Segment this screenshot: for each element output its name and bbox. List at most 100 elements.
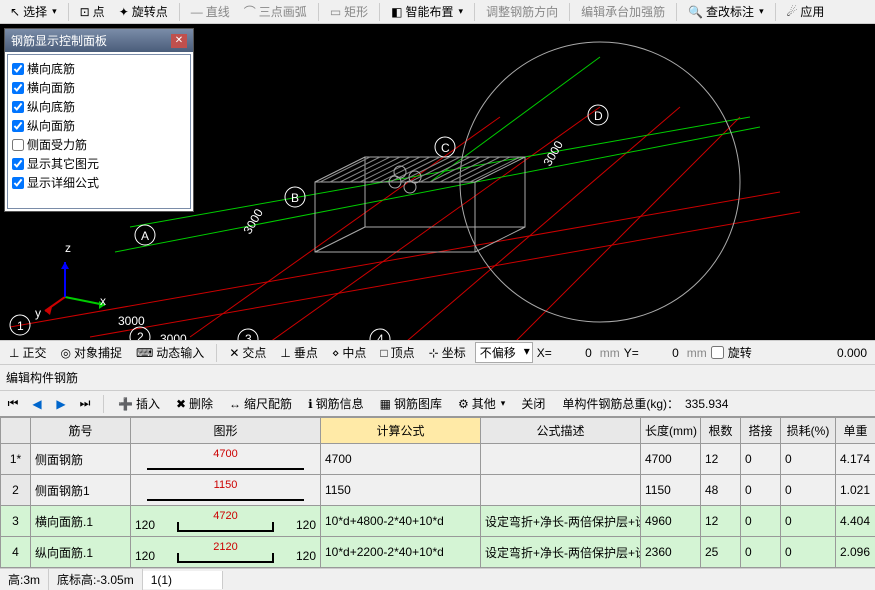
table-row[interactable]: 3横向面筋.1120472012010*d+4800-2*40+10*d设定弯折… (1, 506, 875, 537)
table-cell[interactable]: 设定弯折+净长-两倍保护层+设定弯折 (481, 537, 641, 568)
table-cell[interactable]: 2360 (641, 537, 701, 568)
table-cell[interactable] (481, 444, 641, 475)
rebar-lib-button[interactable]: ▦ 钢筋图库 (375, 393, 447, 414)
first-record-icon[interactable]: ⏮ (4, 395, 22, 413)
table-cell[interactable]: 侧面钢筋1 (31, 475, 131, 506)
x-value[interactable]: 0 (556, 346, 596, 360)
osnap-toggle[interactable]: ◎ 对象捕捉 (55, 342, 127, 363)
display-option-0[interactable]: 横向底筋 (12, 59, 186, 78)
rotate-checkbox[interactable] (711, 346, 724, 359)
point-tool[interactable]: ⊡ 点 (74, 1, 111, 22)
insert-button[interactable]: ➕ 插入 (113, 393, 165, 414)
display-checkbox[interactable] (12, 120, 24, 132)
table-cell[interactable]: 1150 (131, 475, 321, 506)
table-cell[interactable]: 1150 (641, 475, 701, 506)
col-header[interactable]: 筋号 (31, 418, 131, 444)
close-icon[interactable]: ✕ (171, 34, 187, 48)
table-cell[interactable]: 纵向面筋.1 (31, 537, 131, 568)
coord-snap[interactable]: ⊹ 坐标 (424, 342, 471, 363)
table-cell[interactable]: 2.096 (836, 537, 875, 568)
rebar-info-button[interactable]: ℹ 钢筋信息 (303, 393, 369, 414)
delete-button[interactable]: ✖ 删除 (171, 393, 218, 414)
select-tool[interactable]: ↖ 选择▾ (4, 1, 63, 22)
table-cell[interactable]: 3 (1, 506, 31, 537)
last-record-icon[interactable]: ⏭ (76, 395, 94, 413)
rect-tool[interactable]: ▭ 矩形 (324, 1, 374, 22)
table-cell[interactable]: 2 (1, 475, 31, 506)
table-cell[interactable]: 4700 (641, 444, 701, 475)
table-cell[interactable]: 4700 (131, 444, 321, 475)
y-value[interactable]: 0 (643, 346, 683, 360)
vertex-snap[interactable]: □ 顶点 (375, 342, 419, 363)
table-cell[interactable]: 48 (701, 475, 741, 506)
col-header[interactable]: 计算公式 (321, 418, 481, 444)
next-record-icon[interactable]: ▶ (52, 395, 70, 413)
table-cell[interactable]: 0 (781, 537, 836, 568)
table-cell[interactable]: 10*d+4800-2*40+10*d (321, 506, 481, 537)
apply-tool[interactable]: ☄ 应用 (781, 1, 831, 22)
col-header[interactable]: 图形 (131, 418, 321, 444)
intersect-snap[interactable]: ✕ 交点 (224, 342, 271, 363)
viewport[interactable]: x z y A B C D 1 2 3 4 3000 3000 3000 300… (0, 24, 875, 340)
table-cell[interactable] (481, 475, 641, 506)
table-cell[interactable]: 4700 (321, 444, 481, 475)
col-header[interactable]: 单重 (836, 418, 875, 444)
display-checkbox[interactable] (12, 139, 24, 151)
table-cell[interactable]: 1204720120 (131, 506, 321, 537)
display-checkbox[interactable] (12, 158, 24, 170)
adjust-rebar-dir-tool[interactable]: 调整钢筋方向 (480, 1, 564, 22)
table-cell[interactable]: 0 (781, 506, 836, 537)
perp-snap[interactable]: ⊥ 垂点 (275, 342, 322, 363)
display-option-4[interactable]: 侧面受力筋 (12, 135, 186, 154)
table-cell[interactable]: 横向面筋.1 (31, 506, 131, 537)
table-cell[interactable]: 1* (1, 444, 31, 475)
display-option-1[interactable]: 横向面筋 (12, 78, 186, 97)
table-cell[interactable]: 0 (781, 444, 836, 475)
edit-cap-rebar-tool[interactable]: 编辑承台加强筋 (575, 1, 671, 22)
smart-layout-tool[interactable]: ◧ 智能布置▾ (385, 1, 469, 22)
display-checkbox[interactable] (12, 101, 24, 113)
table-row[interactable]: 4纵向面筋.1120212012010*d+2200-2*40+10*d设定弯折… (1, 537, 875, 568)
col-header[interactable]: 搭接 (741, 418, 781, 444)
dyninput-toggle[interactable]: ⌨ 动态输入 (131, 342, 209, 363)
display-checkbox[interactable] (12, 177, 24, 189)
line-tool[interactable]: — 直线 (185, 1, 236, 22)
midpoint-snap[interactable]: ⋄ 中点 (327, 342, 372, 363)
table-cell[interactable]: 0 (741, 506, 781, 537)
display-checkbox[interactable] (12, 82, 24, 94)
check-annot-tool[interactable]: 🔍 查改标注▾ (682, 1, 770, 22)
table-cell[interactable]: 4960 (641, 506, 701, 537)
panel-titlebar[interactable]: 钢筋显示控制面板 ✕ (5, 29, 193, 52)
table-cell[interactable]: 1202120120 (131, 537, 321, 568)
col-header[interactable]: 根数 (701, 418, 741, 444)
display-option-2[interactable]: 纵向底筋 (12, 97, 186, 116)
table-cell[interactable]: 10*d+2200-2*40+10*d (321, 537, 481, 568)
table-cell[interactable]: 4 (1, 537, 31, 568)
table-cell[interactable]: 1150 (321, 475, 481, 506)
table-cell[interactable]: 1.021 (836, 475, 875, 506)
table-cell[interactable]: 设定弯折+净长-两倍保护层+设定弯折 (481, 506, 641, 537)
display-option-5[interactable]: 显示其它图元 (12, 154, 186, 173)
table-cell[interactable]: 25 (701, 537, 741, 568)
rotate-point-tool[interactable]: ✦ 旋转点 (113, 1, 174, 22)
col-header[interactable]: 长度(mm) (641, 418, 701, 444)
col-header[interactable]: 公式描述 (481, 418, 641, 444)
table-row[interactable]: 2侧面钢筋111501150115048001.021 (1, 475, 875, 506)
other-button[interactable]: ⚙ 其他▾ (453, 393, 510, 414)
scale-rebar-button[interactable]: ↔ 缩尺配筋 (224, 393, 297, 414)
table-cell[interactable]: 4.174 (836, 444, 875, 475)
table-cell[interactable]: 12 (701, 444, 741, 475)
display-checkbox[interactable] (12, 63, 24, 75)
col-header[interactable]: 损耗(%) (781, 418, 836, 444)
display-option-6[interactable]: 显示详细公式 (12, 173, 186, 192)
offset-select[interactable]: 不偏移 (475, 342, 533, 363)
table-row[interactable]: 1*侧面钢筋47004700470012004.174 (1, 444, 875, 475)
table-cell[interactable]: 12 (701, 506, 741, 537)
table-cell[interactable]: 侧面钢筋 (31, 444, 131, 475)
prev-record-icon[interactable]: ◀ (28, 395, 46, 413)
table-cell[interactable]: 0 (741, 444, 781, 475)
table-cell[interactable]: 0 (741, 475, 781, 506)
arc3-tool[interactable]: ⌒ 三点画弧 (238, 1, 313, 22)
table-cell[interactable]: 4.404 (836, 506, 875, 537)
ortho-toggle[interactable]: ⊥ 正交 (4, 342, 51, 363)
